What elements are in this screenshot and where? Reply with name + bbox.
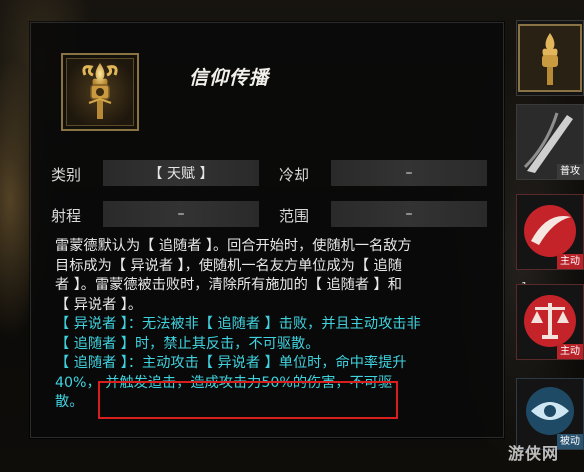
desc-line-follower: 散。 <box>55 394 84 410</box>
skill-type-tag: 普攻 <box>557 164 583 179</box>
desc-undispellable: ，不可驱 <box>335 374 393 391</box>
area-value: – <box>331 201 487 227</box>
side-skill-slot[interactable]: 主动 <box>516 284 584 360</box>
skill-tooltip-panel: 信仰传播 类别 【 天赋 】 冷却 – 射程 – 范围 – 雷蒙德默认为【 追随… <box>30 22 504 438</box>
cooldown-value: – <box>331 160 487 186</box>
desc-line-heretic: 【 异说者 】：无法被非【 追随者 】击败，并且主动攻击非 <box>55 316 421 332</box>
desc-line: 者 】。雷蒙德被击败时，清除所有施加的【 追随者 】和 <box>55 277 402 293</box>
desc-line: 目标成为【 异说者 】，使随机一名友方单位成为【 追随 <box>55 257 402 274</box>
skill-type-tag: 主动 <box>557 344 583 359</box>
category-label: 类别 <box>51 166 82 184</box>
desc-line-follower: 40%， 并触发追击，造成攻击力50%的伤害，不可驱 <box>55 374 495 394</box>
desc-line: 【 异说者 】。 <box>55 296 143 313</box>
desc-line-heretic: 【 追随者 】时，禁止其反击，不可驱散。 <box>55 335 320 352</box>
desc-line: 雷蒙德默认为【 追随者 】。回合开始时，使随机一名敌方 <box>55 238 412 254</box>
side-skill-slot[interactable] <box>516 20 584 96</box>
skill-type-tag: 主动 <box>557 254 583 269</box>
cooldown-label: 冷却 <box>279 166 310 184</box>
desc-pursuit: 并触发追击，造成攻击力50%的伤害 <box>105 374 336 391</box>
skill-icon-frame <box>61 53 139 131</box>
desc-hit-bonus: 40%， <box>55 374 101 391</box>
skill-type-tag: 被动 <box>557 434 583 449</box>
flame-staff-emblem-icon <box>82 63 118 119</box>
skill-title: 信仰传播 <box>189 67 270 89</box>
desc-line-follower: 【 追随者 】：主动攻击【 异说者 】单位时，命中率提升 <box>55 355 407 371</box>
range-label: 射程 <box>51 207 82 225</box>
range-value: – <box>103 201 259 227</box>
side-skill-slot[interactable]: 主动 <box>516 194 584 270</box>
flame-staff-emblem-icon <box>518 24 582 92</box>
area-label: 范围 <box>279 207 310 225</box>
skill-description: 雷蒙德默认为【 追随者 】。回合开始时，使随机一名敌方 目标成为【 异说者 】，… <box>55 237 495 413</box>
category-value: 【 天赋 】 <box>103 160 259 186</box>
site-watermark: 游侠网 <box>508 444 560 463</box>
side-skill-slot[interactable]: 普攻 <box>516 104 584 180</box>
